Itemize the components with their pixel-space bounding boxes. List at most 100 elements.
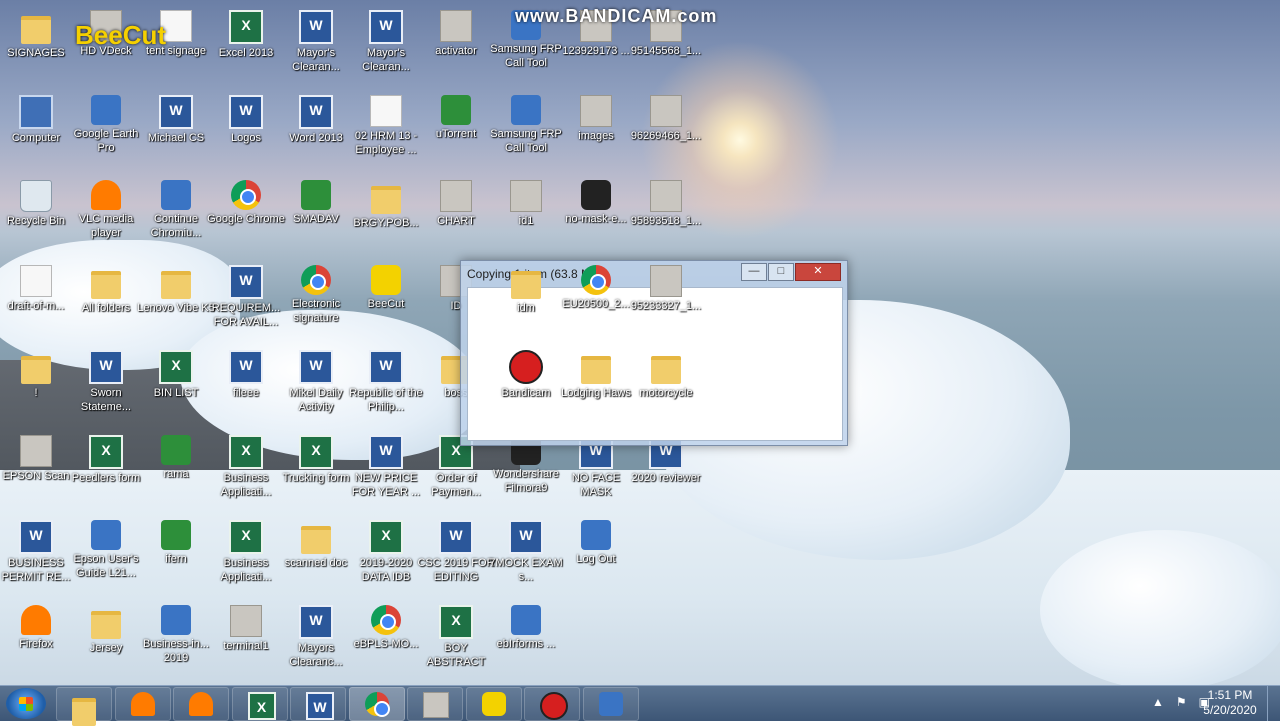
desktop-icon-label: Lenovo Vibe K5 — [137, 302, 215, 314]
desktop-icon[interactable]: All folders — [66, 265, 146, 315]
desktop-icon[interactable]: CSC 2019 FOR EDITING — [416, 520, 496, 584]
desktop-icon[interactable]: Google Earth Pro — [66, 95, 146, 155]
desktop-icon[interactable]: Logos — [206, 95, 286, 145]
desktop-icon[interactable]: 7MOCK EXAM s... — [486, 520, 566, 584]
desktop-icon[interactable]: REQUIREM... FOR AVAIL... — [206, 265, 286, 329]
desktop-icon[interactable]: uTorrent — [416, 95, 496, 141]
word-icon — [306, 692, 334, 720]
desktop-icon[interactable]: id1 — [486, 180, 566, 228]
desktop-icon-label: VLC media player — [78, 213, 134, 239]
desktop-icon[interactable]: Google Chrome — [206, 180, 286, 226]
desktop-icon[interactable]: no-mask-e... — [556, 180, 636, 226]
desktop-icon[interactable]: activator — [416, 10, 496, 58]
desktop-icon[interactable]: Continue Chromiu... — [136, 180, 216, 240]
desktop-icon[interactable]: Michael CS — [136, 95, 216, 145]
taskbar-button-excel[interactable] — [231, 687, 288, 721]
desktop-icon[interactable]: Mayor's Clearan... — [346, 10, 426, 74]
taskbar-button-chrome[interactable] — [348, 687, 405, 721]
close-button[interactable]: ✕ — [795, 263, 841, 281]
desktop-icon[interactable]: 02 HRM 13 - Employee ... — [346, 95, 426, 157]
desktop-icon[interactable]: CHART — [416, 180, 496, 228]
desktop-icon[interactable]: Computer — [0, 95, 76, 145]
show-desktop-button[interactable] — [1267, 686, 1280, 721]
desktop-icon-label: 95145568_1... — [630, 45, 702, 57]
tray-arrow-icon[interactable]: ▲ — [1152, 695, 1164, 709]
desktop-icon-label: BIN LIST — [153, 387, 199, 399]
folder-icon — [511, 271, 541, 299]
desktop-icon[interactable]: Log Out — [556, 520, 636, 566]
desktop-icon[interactable]: rama — [136, 435, 216, 481]
start-button[interactable] — [6, 688, 46, 719]
desktop-icon[interactable]: BUSINESS PERMIT RE... — [0, 520, 76, 584]
desktop-icon[interactable]: 2019-2020 DATA IDB — [346, 520, 426, 584]
desktop-icon[interactable]: terminal1 — [206, 605, 286, 653]
desktop-icon[interactable]: Excel 2013 — [206, 10, 286, 60]
desktop-icon[interactable]: Business Applicati... — [206, 520, 286, 584]
word-icon — [159, 95, 193, 129]
desktop-icon[interactable]: Mikel Daily Activity — [276, 350, 356, 414]
taskbar-button-explorer[interactable] — [56, 687, 112, 726]
desktop-icon[interactable]: Business Applicati... — [206, 435, 286, 499]
desktop-icon[interactable]: 95893518_1... — [626, 180, 706, 228]
desktop-icon[interactable]: BRGY.POB... — [346, 180, 426, 230]
desktop-icon[interactable]: fileee — [206, 350, 286, 400]
desktop-icon[interactable]: BOY ABSTRACT — [416, 605, 496, 669]
image-icon — [650, 95, 682, 127]
desktop-icon[interactable]: Electronic signature — [276, 265, 356, 325]
desktop-icon[interactable]: draft-of-m... — [0, 265, 76, 313]
desktop-icon[interactable]: Mayor's Clearan... — [276, 10, 356, 74]
desktop-icon[interactable]: 96269466_1... — [626, 95, 706, 143]
desktop-icon[interactable]: BIN LIST — [136, 350, 216, 400]
desktop-icon[interactable]: Lenovo Vibe K5 — [136, 265, 216, 315]
desktop-icon[interactable]: scanned doc — [276, 520, 356, 570]
desktop-icon[interactable]: ifern — [136, 520, 216, 566]
desktop-icon[interactable]: Trucking form — [276, 435, 356, 485]
desktop-icon[interactable]: Lodging Haws — [556, 350, 636, 400]
desktop-icon-label: Recycle Bin — [6, 215, 66, 227]
desktop-icon[interactable]: SMADAV — [276, 180, 356, 226]
taskbar-clock[interactable]: 1:51 PM 5/20/2020 — [1200, 688, 1260, 718]
desktop-icon[interactable]: Samsung FRP Call Tool — [486, 95, 566, 155]
folder-icon — [301, 526, 331, 554]
action-center-flag-icon[interactable]: ⚑ — [1176, 695, 1187, 709]
bandicam-icon — [509, 350, 543, 384]
desktop-icon[interactable]: Recycle Bin — [0, 180, 76, 228]
taskbar-button-window-app[interactable] — [407, 687, 463, 721]
desktop-icon-label: Epson User's Guide L21... — [73, 553, 139, 579]
desktop-icon-label: id1 — [518, 215, 534, 227]
desktop-icon[interactable]: Republic of the Philip... — [346, 350, 426, 414]
desktop-icon[interactable]: images — [556, 95, 636, 143]
desktop-icon[interactable]: Mayors Clearanc... — [276, 605, 356, 669]
taskbar-button-media-player[interactable] — [114, 687, 171, 721]
desktop-icon[interactable]: EU20500_2... — [556, 265, 636, 311]
desktop-icon-label: Google Earth Pro — [73, 128, 139, 154]
taskbar-button-beecut[interactable] — [465, 687, 522, 721]
desktop-icon[interactable]: ebIrforms ... — [486, 605, 566, 651]
desktop-icon[interactable]: eBPLS-MO... — [346, 605, 426, 651]
desktop-icon[interactable]: EPSON Scan — [0, 435, 76, 483]
desktop-icon-label: Samsung FRP Call Tool — [490, 43, 562, 69]
desktop-icon[interactable]: VLC media player — [66, 180, 146, 240]
maximize-button[interactable]: □ — [768, 263, 794, 281]
taskbar-button-copy-task[interactable] — [582, 687, 639, 721]
desktop-icon[interactable]: Firefox — [0, 605, 76, 651]
desktop-icon[interactable]: idm — [486, 265, 566, 315]
desktop-icon[interactable]: Bandicam — [486, 350, 566, 400]
desktop-icon[interactable]: Sworn Stateme... — [66, 350, 146, 414]
desktop-icon[interactable]: Peedlers form — [66, 435, 146, 485]
taskbar-button-word[interactable] — [290, 687, 346, 721]
desktop-icon[interactable]: 95233327_1... — [626, 265, 706, 313]
desktop-icon[interactable]: motorcycle — [626, 350, 706, 400]
taskbar-button-bandicam[interactable] — [524, 687, 580, 721]
taskbar-button-firefox[interactable] — [173, 687, 229, 721]
desktop-icon[interactable]: Epson User's Guide L21... — [66, 520, 146, 580]
desktop-icon[interactable]: NEW PRICE FOR YEAR ... — [346, 435, 426, 499]
desktop-icon[interactable]: Jersey — [66, 605, 146, 655]
desktop-icon[interactable]: Word 2013 — [276, 95, 356, 145]
desktop-icon-label: Peedlers form — [71, 472, 141, 484]
desktop-icon[interactable]: SIGNAGES — [0, 10, 76, 60]
minimize-button[interactable]: — — [741, 263, 767, 281]
desktop-icon[interactable]: BeeCut — [346, 265, 426, 311]
desktop-icon[interactable]: Business-in... 2019 — [136, 605, 216, 665]
desktop-icon[interactable]: ! — [0, 350, 76, 400]
